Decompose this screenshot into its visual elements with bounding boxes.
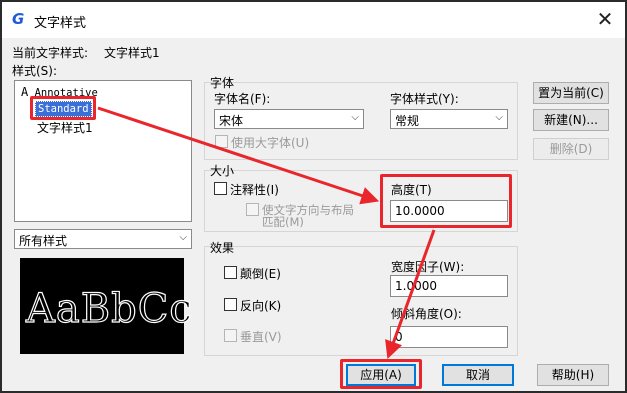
vertical-checkbox[interactable] <box>224 329 237 342</box>
delete-button[interactable]: 删除(D) <box>533 138 609 160</box>
size-group-label: 大小 <box>210 164 235 178</box>
bigfont-label: 使用大字体(U) <box>231 136 310 150</box>
height-highlight-box <box>380 174 512 228</box>
font-group-label: 字体 <box>210 76 235 90</box>
chevron-down-icon: ⌵ <box>495 112 503 123</box>
help-button[interactable]: 帮助(H) <box>537 364 609 386</box>
standard-highlight-box <box>30 96 96 120</box>
annotative-checkbox[interactable] <box>214 182 227 195</box>
match-orientation-checkbox[interactable] <box>246 203 259 216</box>
title-bar: G 文字样式 ✕ <box>2 2 625 38</box>
style-filter-select[interactable]: 所有样式 ⌵ <box>14 229 192 249</box>
font-name-select[interactable]: 宋体 ⌵ <box>214 109 364 129</box>
new-button[interactable]: 新建(N)... <box>533 109 609 131</box>
annotative-label: 注释性(I) <box>230 183 279 197</box>
current-style-label: 当前文字样式: <box>12 46 89 60</box>
bigfont-checkbox[interactable] <box>215 135 228 148</box>
chevron-down-icon: ⌵ <box>351 112 359 123</box>
style-preview: AaBbCc <box>20 258 192 354</box>
close-icon[interactable]: ✕ <box>593 8 617 32</box>
set-current-button[interactable]: 置为当前(C) <box>533 82 609 104</box>
backwards-checkbox[interactable] <box>224 298 237 311</box>
dialog-title: 文字样式 <box>34 16 87 31</box>
upside-down-label: 颠倒(E) <box>240 267 281 281</box>
app-logo-icon: G <box>12 10 25 28</box>
upside-down-checkbox[interactable] <box>224 266 237 279</box>
chevron-down-icon: ⌵ <box>179 232 187 243</box>
preview-text: AaBbCc <box>25 285 193 332</box>
font-name-label: 字体名(F): <box>214 92 271 106</box>
current-style-value: 文字样式1 <box>104 46 160 60</box>
cancel-button[interactable]: 取消 <box>442 364 514 386</box>
backwards-label: 反向(K) <box>240 299 282 313</box>
styles-label: 样式(S): <box>12 64 58 78</box>
list-item-style1[interactable]: 文字样式1 <box>37 119 93 136</box>
text-style-dialog: G 文字样式 ✕ 当前文字样式: 文字样式1 样式(S): A Annotati… <box>0 0 627 393</box>
annotative-icon: A <box>21 85 29 99</box>
match-orientation-label-line2: 匹配(M) <box>262 215 304 229</box>
oblique-angle-input[interactable]: 0 <box>390 326 508 348</box>
font-style-label: 字体样式(Y): <box>390 92 459 106</box>
effects-group-label: 效果 <box>210 241 235 255</box>
width-factor-label: 宽度因子(W): <box>391 260 465 274</box>
font-style-select[interactable]: 常规 ⌵ <box>390 109 508 129</box>
vertical-label: 垂直(V) <box>240 330 282 344</box>
apply-highlight-box <box>340 359 422 389</box>
width-factor-input[interactable]: 1.0000 <box>390 275 508 297</box>
oblique-angle-label: 倾斜角度(O): <box>391 307 462 321</box>
